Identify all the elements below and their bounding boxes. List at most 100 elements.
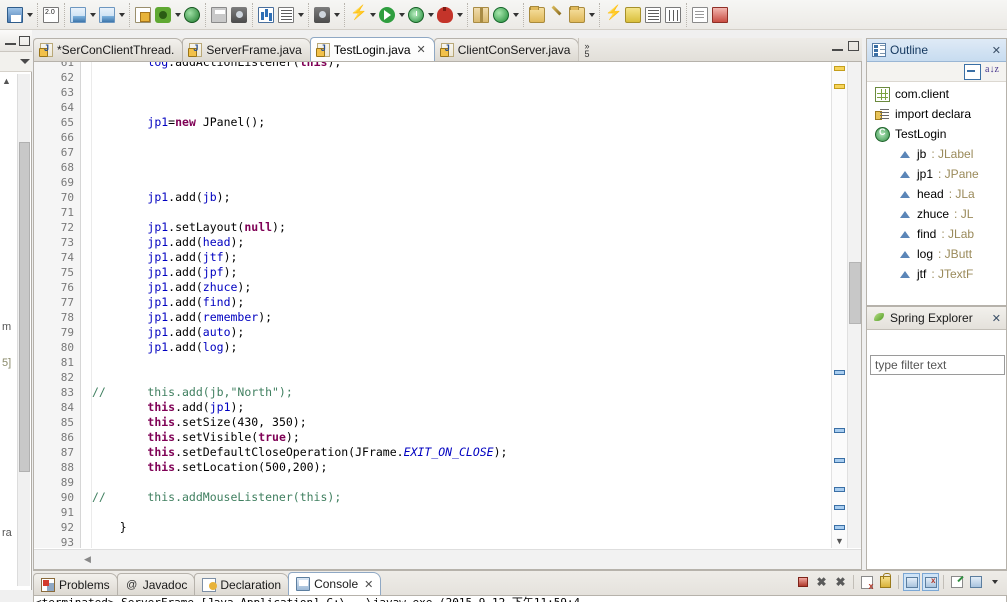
new-java-package-icon[interactable] bbox=[471, 4, 491, 26]
editor-tab-3[interactable]: ClientConServer.java bbox=[433, 38, 580, 61]
code-editor[interactable]: 61 62 63 64 65 66 67 68 69 70 71 72 73 74 75 76 77 78 79 80… bbox=[33, 62, 862, 570]
close-icon[interactable]: ✕ bbox=[992, 312, 1001, 325]
new-bean-icon[interactable] bbox=[68, 4, 88, 26]
editor-tab-2[interactable]: TestLogin.java ✕ bbox=[309, 37, 435, 61]
view-menu-icon[interactable] bbox=[2, 56, 14, 68]
scroll-down-arrow-icon[interactable]: ▼ bbox=[835, 536, 844, 546]
outline-item-6[interactable]: zhuce : JL bbox=[867, 204, 1006, 224]
remove-launch-button[interactable]: ✖ bbox=[813, 573, 830, 591]
task-marker[interactable] bbox=[834, 487, 845, 492]
export-icon[interactable] bbox=[153, 4, 173, 26]
minimize-icon[interactable] bbox=[5, 36, 16, 45]
scrollbar-thumb[interactable] bbox=[849, 262, 861, 324]
task-marker[interactable] bbox=[834, 525, 845, 530]
left-view-scrollbar[interactable] bbox=[17, 74, 30, 586]
bottom-tab-console[interactable]: Console ✕ bbox=[288, 572, 382, 595]
maximize-icon[interactable] bbox=[19, 35, 30, 46]
remove-all-launches-button[interactable]: ✖ bbox=[832, 573, 849, 591]
next-annotation-icon[interactable] bbox=[603, 4, 623, 26]
java-perspective-icon[interactable] bbox=[710, 4, 730, 26]
outline-item-5[interactable]: head : JLa bbox=[867, 184, 1006, 204]
outline-item-1[interactable]: import declara bbox=[867, 104, 1006, 124]
camera-icon[interactable] bbox=[312, 4, 332, 26]
outline-item-0[interactable]: com.client bbox=[867, 84, 1006, 104]
task-marker[interactable] bbox=[834, 428, 845, 433]
tab-outline[interactable]: Outline ✕ bbox=[867, 39, 1006, 62]
show-whitespace-icon[interactable] bbox=[663, 4, 683, 26]
close-icon[interactable]: ✕ bbox=[992, 44, 1001, 57]
outline-tree[interactable]: com.client import declara TestLogin jb : JL… bbox=[867, 82, 1006, 305]
maximize-icon[interactable] bbox=[848, 41, 859, 51]
editor-horizontal-scrollbar[interactable]: ◀ bbox=[34, 549, 861, 569]
outline-item-8[interactable]: log : JButt bbox=[867, 244, 1006, 264]
clear-console-button[interactable] bbox=[858, 573, 875, 591]
minimize-icon[interactable] bbox=[832, 42, 843, 51]
editor-tab-1[interactable]: ServerFrame.java bbox=[182, 38, 311, 61]
scroll-left-arrow-icon[interactable]: ◀ bbox=[84, 554, 91, 565]
print-icon[interactable] bbox=[209, 4, 229, 26]
task-marker[interactable] bbox=[834, 458, 845, 463]
grid-view-icon[interactable] bbox=[276, 4, 296, 26]
debug-icon[interactable] bbox=[435, 4, 455, 26]
run-history-icon[interactable] bbox=[406, 4, 426, 26]
console-view-menu-button[interactable] bbox=[986, 573, 1003, 591]
outline-item-9[interactable]: jtf : JTextF bbox=[867, 264, 1006, 284]
new-wizard-icon[interactable] bbox=[133, 4, 153, 26]
chevron-down-icon[interactable] bbox=[455, 4, 464, 26]
terminate-button[interactable] bbox=[794, 573, 811, 591]
external-tools-icon[interactable] bbox=[229, 4, 249, 26]
filter-input[interactable]: type filter text bbox=[870, 355, 1005, 375]
open-web-browser-icon[interactable] bbox=[182, 4, 202, 26]
chevron-down-icon[interactable] bbox=[117, 4, 126, 26]
show-console-button[interactable] bbox=[903, 573, 920, 591]
bottom-tab-declaration[interactable]: Declaration bbox=[194, 573, 290, 595]
folding-column[interactable] bbox=[81, 62, 92, 548]
pin-console-button[interactable] bbox=[922, 573, 939, 591]
previous-annotation-icon[interactable] bbox=[623, 4, 643, 26]
outline-item-7[interactable]: find : JLab bbox=[867, 224, 1006, 244]
editor-tab-0[interactable]: *SerConClientThread. bbox=[33, 38, 184, 61]
run-icon[interactable] bbox=[377, 4, 397, 26]
overview-ruler[interactable]: ▲ ▼ bbox=[831, 62, 847, 548]
new-console-view-button[interactable] bbox=[948, 573, 965, 591]
open-task-icon[interactable] bbox=[547, 4, 567, 26]
version-2-0-icon[interactable] bbox=[41, 4, 61, 26]
chevron-down-icon[interactable] bbox=[426, 4, 435, 26]
open-perspective-icon[interactable] bbox=[690, 4, 710, 26]
collapse-all-button[interactable] bbox=[964, 63, 981, 80]
save-icon[interactable] bbox=[5, 4, 25, 26]
code-text-area[interactable]: log.addActionListener(this); jp1=new JPa… bbox=[92, 62, 830, 548]
chart-view-icon[interactable] bbox=[256, 4, 276, 26]
close-icon[interactable]: ✕ bbox=[364, 578, 373, 591]
open-type-icon[interactable] bbox=[527, 4, 547, 26]
new-bean-config-icon[interactable] bbox=[97, 4, 117, 26]
task-marker[interactable] bbox=[834, 370, 845, 375]
chevron-down-icon[interactable] bbox=[397, 4, 406, 26]
chevron-down-icon[interactable] bbox=[88, 4, 97, 26]
scrollbar-thumb[interactable] bbox=[19, 142, 30, 472]
bottom-tab-javadoc[interactable]: @ Javadoc bbox=[116, 573, 196, 595]
new-java-class-icon[interactable] bbox=[491, 4, 511, 26]
chevron-down-icon[interactable] bbox=[173, 4, 182, 26]
chevron-down-icon[interactable] bbox=[20, 59, 30, 64]
task-marker[interactable] bbox=[834, 505, 845, 510]
bottom-tab-problems[interactable]: Problems bbox=[33, 573, 118, 595]
search-icon[interactable] bbox=[567, 4, 587, 26]
outline-item-4[interactable]: jp1 : JPane bbox=[867, 164, 1006, 184]
run-last-tool-icon[interactable] bbox=[348, 4, 368, 26]
chevron-down-icon[interactable] bbox=[587, 4, 596, 26]
chevron-down-icon[interactable] bbox=[511, 4, 520, 26]
chevron-down-icon[interactable] bbox=[332, 4, 341, 26]
editor-vertical-scrollbar[interactable] bbox=[847, 62, 861, 548]
scroll-lock-button[interactable] bbox=[877, 573, 894, 591]
sort-button[interactable]: a↓z bbox=[985, 64, 1002, 80]
toggle-mark-occurrences-icon[interactable] bbox=[643, 4, 663, 26]
warning-marker[interactable] bbox=[834, 84, 845, 89]
scroll-up-arrow-icon[interactable]: ▲ bbox=[2, 76, 11, 86]
chevron-down-icon[interactable] bbox=[296, 4, 305, 26]
spring-explorer-tree[interactable] bbox=[867, 379, 1006, 569]
outline-item-2[interactable]: TestLogin bbox=[867, 124, 1006, 144]
chevron-down-icon[interactable] bbox=[368, 4, 377, 26]
warning-marker[interactable] bbox=[834, 66, 845, 71]
open-console-button[interactable] bbox=[967, 573, 984, 591]
